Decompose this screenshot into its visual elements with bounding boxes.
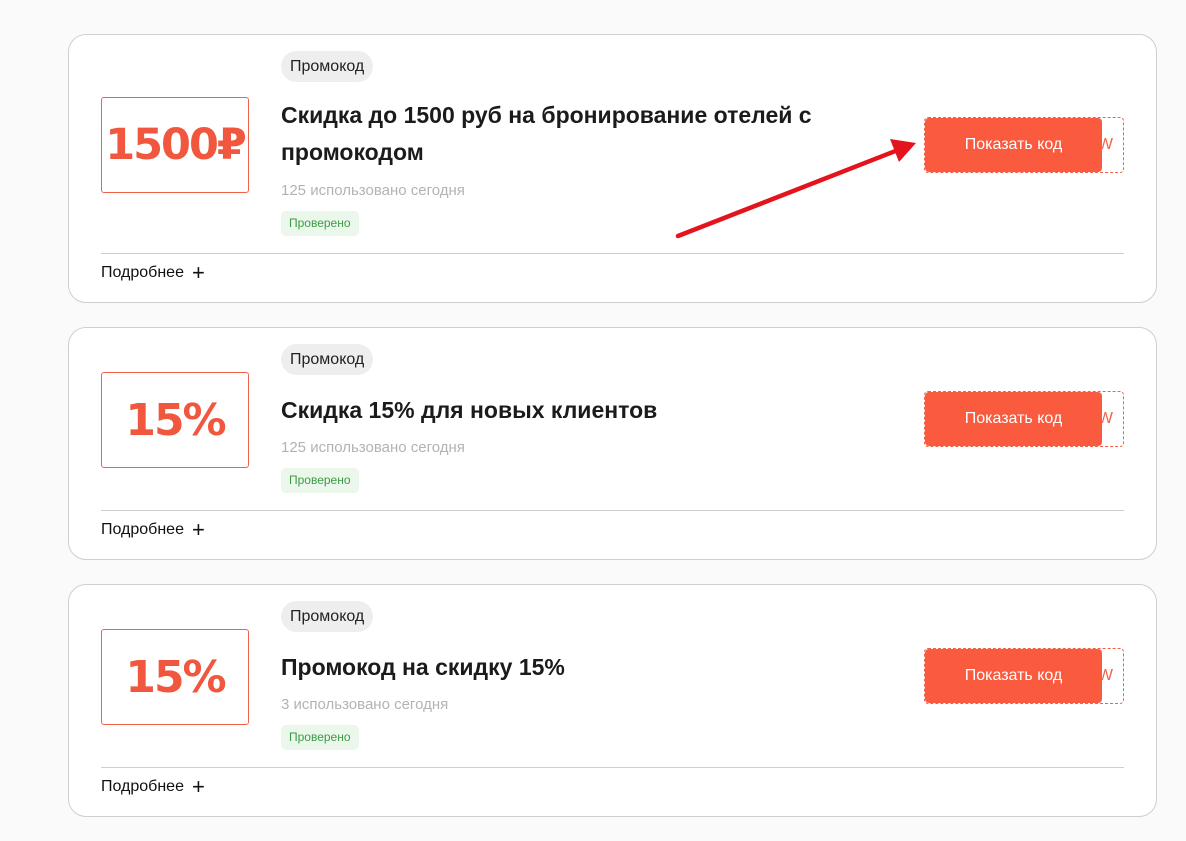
- divider: [101, 510, 1124, 511]
- verified-badge: Проверено: [281, 468, 359, 493]
- plus-icon: +: [191, 774, 205, 799]
- show-code-button[interactable]: Показать код: [925, 118, 1102, 172]
- promo-list-page: 1500₽ Промокод Скидка до 1500 руб на бро…: [0, 0, 1186, 841]
- offer-type-tag: Промокод: [281, 51, 374, 82]
- verified-badge: Проверено: [281, 725, 359, 750]
- offer-card: 15% Промокод Промокод на скидку 15% 3 ис…: [68, 584, 1157, 817]
- usage-count: 125 использовано сегодня: [281, 439, 465, 456]
- plus-icon: +: [191, 517, 205, 542]
- details-label: Подробнее: [101, 521, 184, 538]
- offer-type-tag: Промокод: [281, 601, 374, 632]
- show-code-button[interactable]: Показать код: [925, 649, 1102, 703]
- offer-card: 1500₽ Промокод Скидка до 1500 руб на бро…: [68, 34, 1157, 303]
- plus-icon: +: [191, 260, 205, 285]
- discount-badge: 15%: [101, 372, 249, 468]
- usage-count: 125 использовано сегодня: [281, 182, 465, 199]
- discount-value: 15%: [125, 394, 226, 446]
- offer-type-tag: Промокод: [281, 344, 374, 375]
- discount-value: 15%: [125, 651, 226, 703]
- details-toggle[interactable]: Подробнее +: [101, 774, 205, 799]
- divider: [101, 253, 1124, 254]
- details-label: Подробнее: [101, 778, 184, 795]
- code-reveal[interactable]: W Показать код: [924, 391, 1124, 447]
- divider: [101, 767, 1124, 768]
- verified-badge: Проверено: [281, 211, 359, 236]
- details-toggle[interactable]: Подробнее +: [101, 517, 205, 542]
- details-toggle[interactable]: Подробнее +: [101, 260, 205, 285]
- show-code-button[interactable]: Показать код: [925, 392, 1102, 446]
- code-reveal[interactable]: W Показать код: [924, 117, 1124, 173]
- details-label: Подробнее: [101, 264, 184, 281]
- offer-title[interactable]: Скидка 15% для новых клиентов: [281, 392, 901, 429]
- offer-card: 15% Промокод Скидка 15% для новых клиент…: [68, 327, 1157, 560]
- usage-count: 3 использовано сегодня: [281, 696, 449, 713]
- discount-value: 1500₽: [105, 120, 247, 170]
- code-reveal[interactable]: W Показать код: [924, 648, 1124, 704]
- discount-badge: 15%: [101, 629, 249, 725]
- offer-title[interactable]: Промокод на скидку 15%: [281, 649, 901, 686]
- discount-badge: 1500₽: [101, 97, 249, 193]
- offer-title[interactable]: Скидка до 1500 руб на бронирование отеле…: [281, 97, 901, 171]
